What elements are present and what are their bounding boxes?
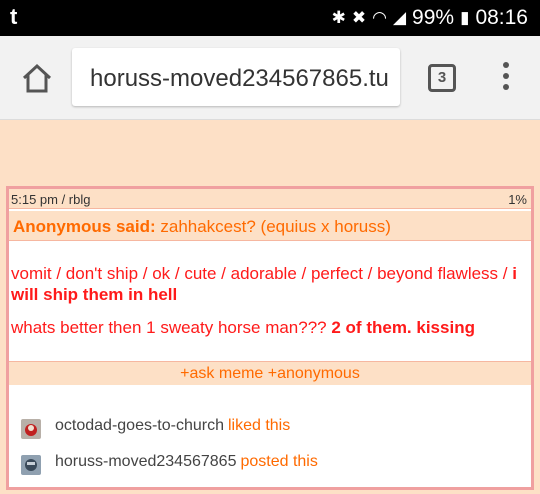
avatar[interactable] <box>21 419 41 439</box>
ask-post: 5:15 pm / rblg 1% Anonymous said: zahhak… <box>6 186 534 490</box>
post-time[interactable]: 5:15 pm / rblg <box>11 192 91 207</box>
answer-body: vomit / don't ship / ok / cute / adorabl… <box>9 263 531 350</box>
note-action: posted this <box>240 453 318 470</box>
overflow-menu-icon[interactable] <box>496 62 516 94</box>
note-user[interactable]: horuss-moved234567865 <box>55 453 236 471</box>
question-text: zahhakcest? (equius x horuss) <box>160 217 391 236</box>
post-tags[interactable]: +ask meme +anonymous <box>9 361 531 385</box>
clock: 08:16 <box>475 6 528 29</box>
asker-name: Anonymous said: <box>13 217 156 236</box>
answer-paragraph: vomit / don't ship / ok / cute / adorabl… <box>11 264 517 304</box>
ask-question: Anonymous said: zahhakcest? (equius x ho… <box>9 211 531 241</box>
bluetooth-icon: ✱ <box>331 8 346 27</box>
address-bar[interactable]: horuss-moved234567865.tu <box>72 48 400 106</box>
tab-switcher-button[interactable]: 3 <box>428 64 456 92</box>
tumblr-app-icon: t <box>10 4 18 29</box>
answer-paragraph: whats better then 1 sweaty horse man??? … <box>11 318 475 337</box>
post-percent: 1% <box>508 192 527 207</box>
avatar[interactable] <box>21 455 41 475</box>
note-item: horuss-moved234567865 posted this <box>21 451 318 475</box>
battery-percent: 99% <box>412 6 455 29</box>
note-item: octodad-goes-to-church liked this <box>21 415 318 439</box>
note-user[interactable]: octodad-goes-to-church <box>55 417 224 435</box>
browser-toolbar: horuss-moved234567865.tu 3 <box>0 36 540 120</box>
home-icon[interactable] <box>20 62 54 94</box>
wifi-icon: ◠ <box>372 8 387 27</box>
status-bar: t ✱ ✖ ◠ ◢ 99% ▮ 08:16 <box>0 0 540 36</box>
notes-list: octodad-goes-to-church liked this horuss… <box>21 415 318 487</box>
post-meta: 5:15 pm / rblg 1% <box>9 189 531 209</box>
note-action: liked this <box>227 417 291 434</box>
mute-icon: ✖ <box>351 8 367 27</box>
signal-icon: ◢ <box>392 8 407 27</box>
battery-icon: ▮ <box>460 8 470 27</box>
